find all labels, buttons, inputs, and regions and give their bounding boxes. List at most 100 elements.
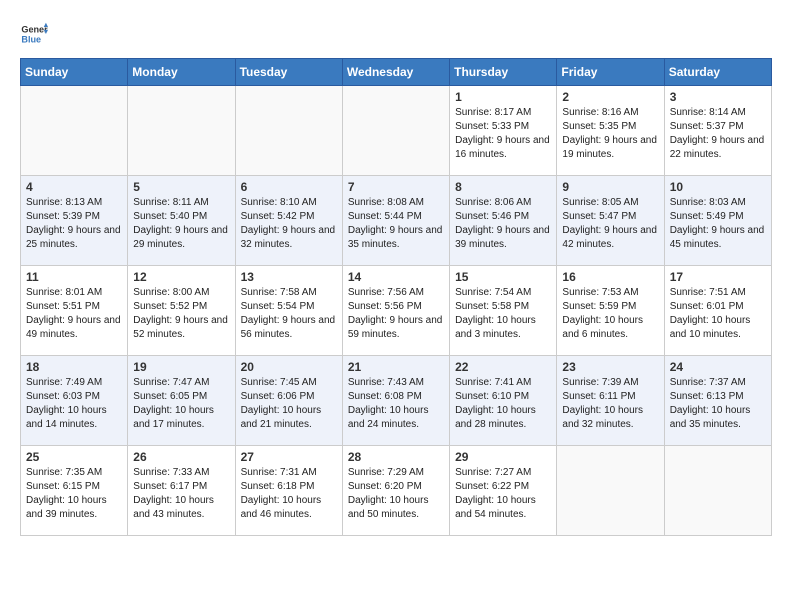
day-number: 10 xyxy=(670,180,766,194)
calendar-cell: 25 Sunrise: 7:35 AM Sunset: 6:15 PM Dayli… xyxy=(21,446,128,536)
calendar-cell: 18 Sunrise: 7:49 AM Sunset: 6:03 PM Dayli… xyxy=(21,356,128,446)
calendar-week-row: 4 Sunrise: 8:13 AM Sunset: 5:39 PM Daylig… xyxy=(21,176,772,266)
day-header-friday: Friday xyxy=(557,59,664,86)
calendar-cell: 6 Sunrise: 8:10 AM Sunset: 5:42 PM Daylig… xyxy=(235,176,342,266)
day-number: 24 xyxy=(670,360,766,374)
calendar-cell: 16 Sunrise: 7:53 AM Sunset: 5:59 PM Dayli… xyxy=(557,266,664,356)
day-info: Sunrise: 7:47 AM Sunset: 6:05 PM Dayligh… xyxy=(133,376,229,432)
calendar-cell: 14 Sunrise: 7:56 AM Sunset: 5:56 PM Dayli… xyxy=(342,266,449,356)
calendar-week-row: 1 Sunrise: 8:17 AM Sunset: 5:33 PM Daylig… xyxy=(21,86,772,176)
calendar-week-row: 11 Sunrise: 8:01 AM Sunset: 5:51 PM Dayli… xyxy=(21,266,772,356)
calendar-table: SundayMondayTuesdayWednesdayThursdayFrid… xyxy=(20,58,772,536)
header: General Blue xyxy=(20,20,772,48)
day-header-sunday: Sunday xyxy=(21,59,128,86)
calendar-cell: 15 Sunrise: 7:54 AM Sunset: 5:58 PM Dayli… xyxy=(450,266,557,356)
day-info: Sunrise: 7:29 AM Sunset: 6:20 PM Dayligh… xyxy=(348,466,444,522)
day-info: Sunrise: 8:17 AM Sunset: 5:33 PM Dayligh… xyxy=(455,106,551,162)
day-header-monday: Monday xyxy=(128,59,235,86)
calendar-cell: 29 Sunrise: 7:27 AM Sunset: 6:22 PM Dayli… xyxy=(450,446,557,536)
day-info: Sunrise: 7:43 AM Sunset: 6:08 PM Dayligh… xyxy=(348,376,444,432)
day-info: Sunrise: 7:35 AM Sunset: 6:15 PM Dayligh… xyxy=(26,466,122,522)
day-number: 2 xyxy=(562,90,658,104)
day-info: Sunrise: 7:51 AM Sunset: 6:01 PM Dayligh… xyxy=(670,286,766,342)
calendar-cell xyxy=(664,446,771,536)
calendar-cell: 22 Sunrise: 7:41 AM Sunset: 6:10 PM Dayli… xyxy=(450,356,557,446)
calendar-cell: 3Sunrise: 8:14 AM Sunset: 5:37 PM Daylig… xyxy=(664,86,771,176)
day-number: 11 xyxy=(26,270,122,284)
calendar-cell: 11 Sunrise: 8:01 AM Sunset: 5:51 PM Dayli… xyxy=(21,266,128,356)
day-info: Sunrise: 8:13 AM Sunset: 5:39 PM Dayligh… xyxy=(26,196,122,252)
day-info: Sunrise: 7:31 AM Sunset: 6:18 PM Dayligh… xyxy=(241,466,337,522)
calendar-cell: 23Sunrise: 7:39 AM Sunset: 6:11 PM Dayli… xyxy=(557,356,664,446)
calendar-cell: 2 Sunrise: 8:16 AM Sunset: 5:35 PM Daylig… xyxy=(557,86,664,176)
calendar-cell: 12 Sunrise: 8:00 AM Sunset: 5:52 PM Dayli… xyxy=(128,266,235,356)
calendar-cell xyxy=(557,446,664,536)
day-info: Sunrise: 8:08 AM Sunset: 5:44 PM Dayligh… xyxy=(348,196,444,252)
day-info: Sunrise: 7:37 AM Sunset: 6:13 PM Dayligh… xyxy=(670,376,766,432)
day-info: Sunrise: 7:45 AM Sunset: 6:06 PM Dayligh… xyxy=(241,376,337,432)
day-info: Sunrise: 7:33 AM Sunset: 6:17 PM Dayligh… xyxy=(133,466,229,522)
day-number: 28 xyxy=(348,450,444,464)
calendar-cell: 19 Sunrise: 7:47 AM Sunset: 6:05 PM Dayli… xyxy=(128,356,235,446)
day-info: Sunrise: 7:27 AM Sunset: 6:22 PM Dayligh… xyxy=(455,466,551,522)
day-number: 14 xyxy=(348,270,444,284)
calendar-header-row: SundayMondayTuesdayWednesdayThursdayFrid… xyxy=(21,59,772,86)
day-number: 12 xyxy=(133,270,229,284)
calendar-cell: 21 Sunrise: 7:43 AM Sunset: 6:08 PM Dayli… xyxy=(342,356,449,446)
day-number: 5 xyxy=(133,180,229,194)
day-info: Sunrise: 7:41 AM Sunset: 6:10 PM Dayligh… xyxy=(455,376,551,432)
calendar-cell: 10 Sunrise: 8:03 AM Sunset: 5:49 PM Dayli… xyxy=(664,176,771,266)
calendar-week-row: 18 Sunrise: 7:49 AM Sunset: 6:03 PM Dayli… xyxy=(21,356,772,446)
calendar-cell: 7 Sunrise: 8:08 AM Sunset: 5:44 PM Daylig… xyxy=(342,176,449,266)
day-header-tuesday: Tuesday xyxy=(235,59,342,86)
day-info: Sunrise: 8:06 AM Sunset: 5:46 PM Dayligh… xyxy=(455,196,551,252)
day-info: Sunrise: 7:53 AM Sunset: 5:59 PM Dayligh… xyxy=(562,286,658,342)
day-info: Sunrise: 7:58 AM Sunset: 5:54 PM Dayligh… xyxy=(241,286,337,342)
calendar-cell: 1 Sunrise: 8:17 AM Sunset: 5:33 PM Daylig… xyxy=(450,86,557,176)
day-number: 4 xyxy=(26,180,122,194)
day-number: 6 xyxy=(241,180,337,194)
day-number: 18 xyxy=(26,360,122,374)
day-info: Sunrise: 8:11 AM Sunset: 5:40 PM Dayligh… xyxy=(133,196,229,252)
calendar-week-row: 25 Sunrise: 7:35 AM Sunset: 6:15 PM Dayli… xyxy=(21,446,772,536)
logo-icon: General Blue xyxy=(20,20,48,48)
day-header-thursday: Thursday xyxy=(450,59,557,86)
day-header-saturday: Saturday xyxy=(664,59,771,86)
day-number: 21 xyxy=(348,360,444,374)
logo: General Blue xyxy=(20,20,52,48)
day-info: Sunrise: 8:00 AM Sunset: 5:52 PM Dayligh… xyxy=(133,286,229,342)
day-info: Sunrise: 7:54 AM Sunset: 5:58 PM Dayligh… xyxy=(455,286,551,342)
day-number: 20 xyxy=(241,360,337,374)
day-number: 15 xyxy=(455,270,551,284)
day-number: 16 xyxy=(562,270,658,284)
day-info: Sunrise: 8:14 AM Sunset: 5:37 PM Dayligh… xyxy=(670,106,766,162)
day-number: 29 xyxy=(455,450,551,464)
day-number: 26 xyxy=(133,450,229,464)
day-info: Sunrise: 7:56 AM Sunset: 5:56 PM Dayligh… xyxy=(348,286,444,342)
calendar-cell: 5 Sunrise: 8:11 AM Sunset: 5:40 PM Daylig… xyxy=(128,176,235,266)
calendar-cell: 4 Sunrise: 8:13 AM Sunset: 5:39 PM Daylig… xyxy=(21,176,128,266)
calendar-cell: 20 Sunrise: 7:45 AM Sunset: 6:06 PM Dayli… xyxy=(235,356,342,446)
svg-text:General: General xyxy=(21,25,48,35)
day-number: 22 xyxy=(455,360,551,374)
day-info: Sunrise: 8:16 AM Sunset: 5:35 PM Dayligh… xyxy=(562,106,658,162)
day-number: 17 xyxy=(670,270,766,284)
day-number: 9 xyxy=(562,180,658,194)
day-number: 13 xyxy=(241,270,337,284)
day-number: 1 xyxy=(455,90,551,104)
day-info: Sunrise: 8:01 AM Sunset: 5:51 PM Dayligh… xyxy=(26,286,122,342)
day-info: Sunrise: 8:05 AM Sunset: 5:47 PM Dayligh… xyxy=(562,196,658,252)
day-number: 19 xyxy=(133,360,229,374)
calendar-cell: 26 Sunrise: 7:33 AM Sunset: 6:17 PM Dayli… xyxy=(128,446,235,536)
calendar-cell xyxy=(342,86,449,176)
day-number: 25 xyxy=(26,450,122,464)
day-header-wednesday: Wednesday xyxy=(342,59,449,86)
day-info: Sunrise: 7:49 AM Sunset: 6:03 PM Dayligh… xyxy=(26,376,122,432)
day-number: 7 xyxy=(348,180,444,194)
day-info: Sunrise: 8:10 AM Sunset: 5:42 PM Dayligh… xyxy=(241,196,337,252)
day-info: Sunrise: 8:03 AM Sunset: 5:49 PM Dayligh… xyxy=(670,196,766,252)
calendar-cell: 24 Sunrise: 7:37 AM Sunset: 6:13 PM Dayli… xyxy=(664,356,771,446)
calendar-cell: 9 Sunrise: 8:05 AM Sunset: 5:47 PM Daylig… xyxy=(557,176,664,266)
calendar-cell xyxy=(235,86,342,176)
day-number: 27 xyxy=(241,450,337,464)
